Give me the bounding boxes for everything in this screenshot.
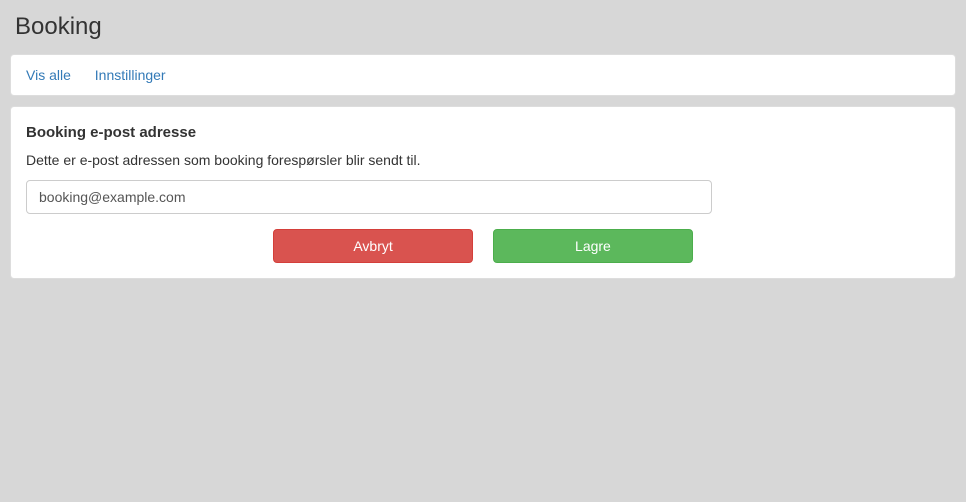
cancel-button[interactable]: Avbryt	[273, 229, 473, 263]
page-title: Booking	[15, 10, 956, 44]
section-description: Dette er e-post adressen som booking for…	[26, 150, 940, 170]
save-button[interactable]: Lagre	[493, 229, 693, 263]
button-row: Avbryt Lagre	[26, 229, 940, 263]
section-title: Booking e-post adresse	[26, 122, 940, 143]
booking-email-input[interactable]	[26, 180, 712, 214]
nav-tab-settings[interactable]: Innstillinger	[95, 67, 166, 83]
nav-tab-view-all[interactable]: Vis alle	[26, 67, 71, 83]
settings-panel: Booking e-post adresse Dette er e-post a…	[10, 106, 956, 278]
nav-tabs: Vis alle Innstillinger	[10, 54, 956, 96]
